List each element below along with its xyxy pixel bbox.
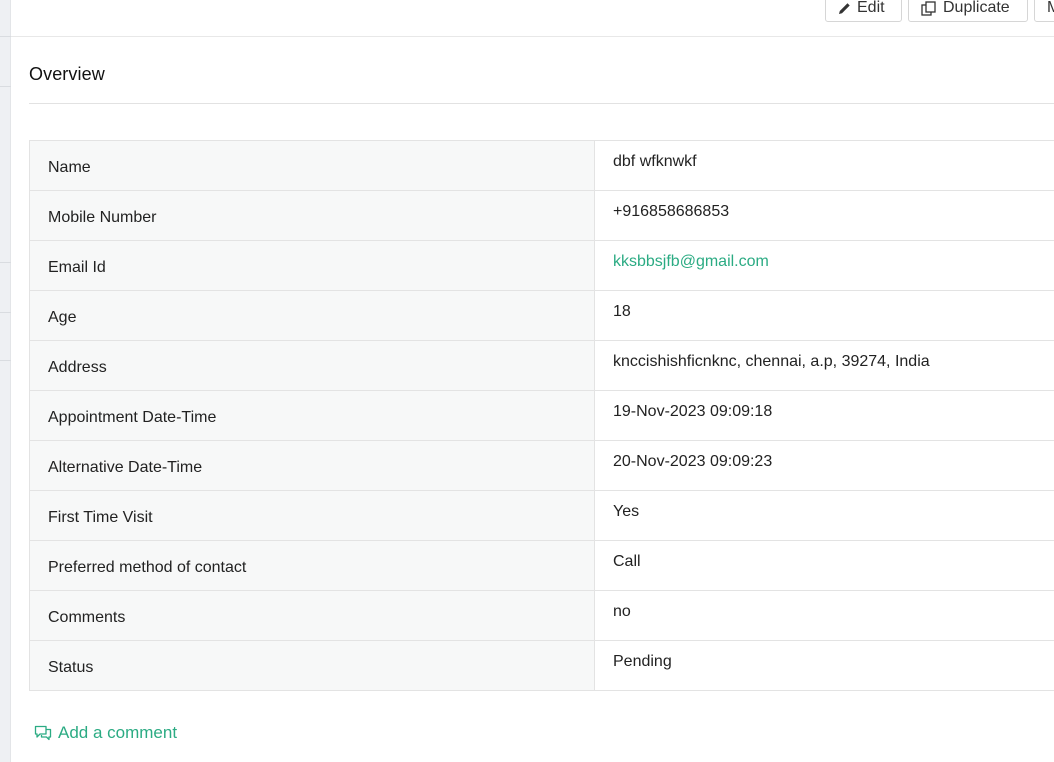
field-value: dbf wfknwkf	[594, 140, 1054, 191]
email-link[interactable]: kksbbsjfb@gmail.com	[594, 240, 1054, 291]
add-comment-label: Add a comment	[58, 723, 178, 742]
rail-divider	[0, 312, 11, 313]
field-value: 18	[594, 290, 1054, 341]
detail-row: Appointment Date-Time 19-Nov-2023 09:09:…	[29, 390, 1054, 441]
detail-row: Status Pending	[29, 640, 1054, 691]
field-value: Yes	[594, 490, 1054, 541]
detail-row: Alternative Date-Time 20-Nov-2023 09:09:…	[29, 440, 1054, 491]
add-comment-link[interactable]: Add a comment	[34, 723, 177, 743]
left-rail	[0, 0, 11, 762]
more-button[interactable]: M	[1034, 0, 1054, 22]
detail-row: Address knccishishficnknc, chennai, a.p,…	[29, 340, 1054, 391]
field-label: Address	[29, 340, 595, 391]
field-value: knccishishficnknc, chennai, a.p, 39274, …	[594, 340, 1054, 391]
field-label: First Time Visit	[29, 490, 595, 541]
comment-icon	[34, 725, 52, 741]
detail-row: Mobile Number +916858686853	[29, 190, 1054, 241]
pencil-icon	[839, 2, 850, 14]
detail-row: Age 18	[29, 290, 1054, 341]
section-title: Overview	[29, 64, 105, 84]
field-value: 19-Nov-2023 09:09:18	[594, 390, 1054, 441]
duplicate-button[interactable]: Duplicate	[908, 0, 1028, 22]
detail-row: First Time Visit Yes	[29, 490, 1054, 541]
field-value: Call	[594, 540, 1054, 591]
duplicate-button-label: Duplicate	[943, 0, 1010, 16]
field-label: Status	[29, 640, 595, 691]
rail-divider	[0, 36, 11, 37]
field-label: Comments	[29, 590, 595, 641]
field-label: Mobile Number	[29, 190, 595, 241]
detail-row: Preferred method of contact Call	[29, 540, 1054, 591]
field-label: Alternative Date-Time	[29, 440, 595, 491]
edit-button-label: Edit	[857, 0, 885, 16]
field-label: Email Id	[29, 240, 595, 291]
edit-button[interactable]: Edit	[825, 0, 902, 22]
field-value: +916858686853	[594, 190, 1054, 241]
record-toolbar: Edit Duplicate M	[11, 0, 1054, 37]
field-label: Appointment Date-Time	[29, 390, 595, 441]
duplicate-icon	[921, 0, 936, 16]
section-divider	[29, 103, 1054, 104]
detail-row: Comments no	[29, 590, 1054, 641]
field-value: 20-Nov-2023 09:09:23	[594, 440, 1054, 491]
detail-row: Email Id kksbbsjfb@gmail.com	[29, 240, 1054, 291]
field-label: Age	[29, 290, 595, 341]
details-table: Name dbf wfknwkf Mobile Number +91685868…	[29, 140, 1054, 691]
field-label: Preferred method of contact	[29, 540, 595, 591]
rail-divider	[0, 262, 11, 263]
detail-row: Name dbf wfknwkf	[29, 140, 1054, 191]
field-label: Name	[29, 140, 595, 191]
more-button-label: M	[1047, 0, 1054, 16]
field-value: no	[594, 590, 1054, 641]
rail-divider	[0, 86, 11, 87]
rail-divider	[0, 360, 11, 361]
field-value: Pending	[594, 640, 1054, 691]
